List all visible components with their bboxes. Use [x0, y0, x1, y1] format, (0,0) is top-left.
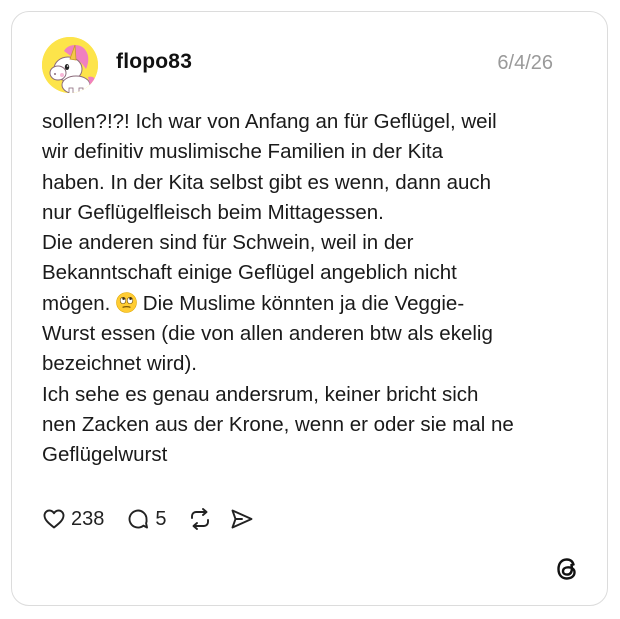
post-text-line: sollen?!?! Ich war von Anfang an für Gef… — [42, 110, 497, 133]
heart-icon — [43, 509, 65, 529]
like-count: 238 — [71, 507, 105, 530]
reply-count: 5 — [155, 507, 167, 530]
post-text-line: nur Geflügelfleisch beim Mittagessen. — [42, 200, 384, 224]
share-button[interactable] — [229, 507, 255, 531]
post-text-line: Ich sehe es genau andersrum, keiner bric… — [42, 382, 479, 406]
author-name[interactable]: flopo83 — [116, 50, 192, 74]
comment-icon — [128, 509, 149, 529]
post-text-line: wir definitiv muslimische Familien in de… — [42, 140, 444, 164]
like-button[interactable]: 238 — [42, 507, 104, 531]
reply-button[interactable]: 5 — [126, 507, 167, 531]
post-text-segment: mögen. — [42, 291, 111, 315]
post-text: sollen?!?! Ich war von Anfang an für Gef… — [42, 107, 562, 471]
repost-button[interactable] — [187, 507, 213, 531]
share-icon — [231, 509, 252, 529]
post-text-line: haben. In der Kita selbst gibt es wenn, … — [42, 170, 492, 194]
threads-logo-icon — [553, 555, 581, 583]
avatar[interactable] — [42, 37, 98, 93]
post-text-line: Geflügelwurst — [42, 443, 168, 467]
post-text-line: Bekanntschaft einige Geflügel angeblich … — [42, 261, 457, 285]
post-date: 6/4/26 — [497, 52, 553, 74]
post-actions: 238 5 — [42, 504, 255, 534]
post-text-segment: Die Muslime könnten ja die Veggie- — [142, 291, 465, 315]
post-text-line: Wurst essen (die von allen anderen btw a… — [42, 322, 493, 346]
post-text-line: nen Zacken aus der Krone, wenn er oder s… — [42, 412, 514, 436]
unicorn-avatar-icon — [42, 37, 98, 93]
rolling-eyes-emoji-icon — [116, 291, 137, 313]
repost-icon — [190, 508, 209, 530]
post-card: flopo83 6/4/26 sollen?!?! Ich war von An… — [11, 11, 608, 606]
post-text-line-with-emoji: mögen. Die Muslime könnten ja die Veggie… — [42, 289, 562, 319]
post-text-line: Die anderen sind für Schwein, weil in de… — [42, 231, 414, 255]
post-text-line: bezeichnet wird). — [42, 352, 197, 376]
